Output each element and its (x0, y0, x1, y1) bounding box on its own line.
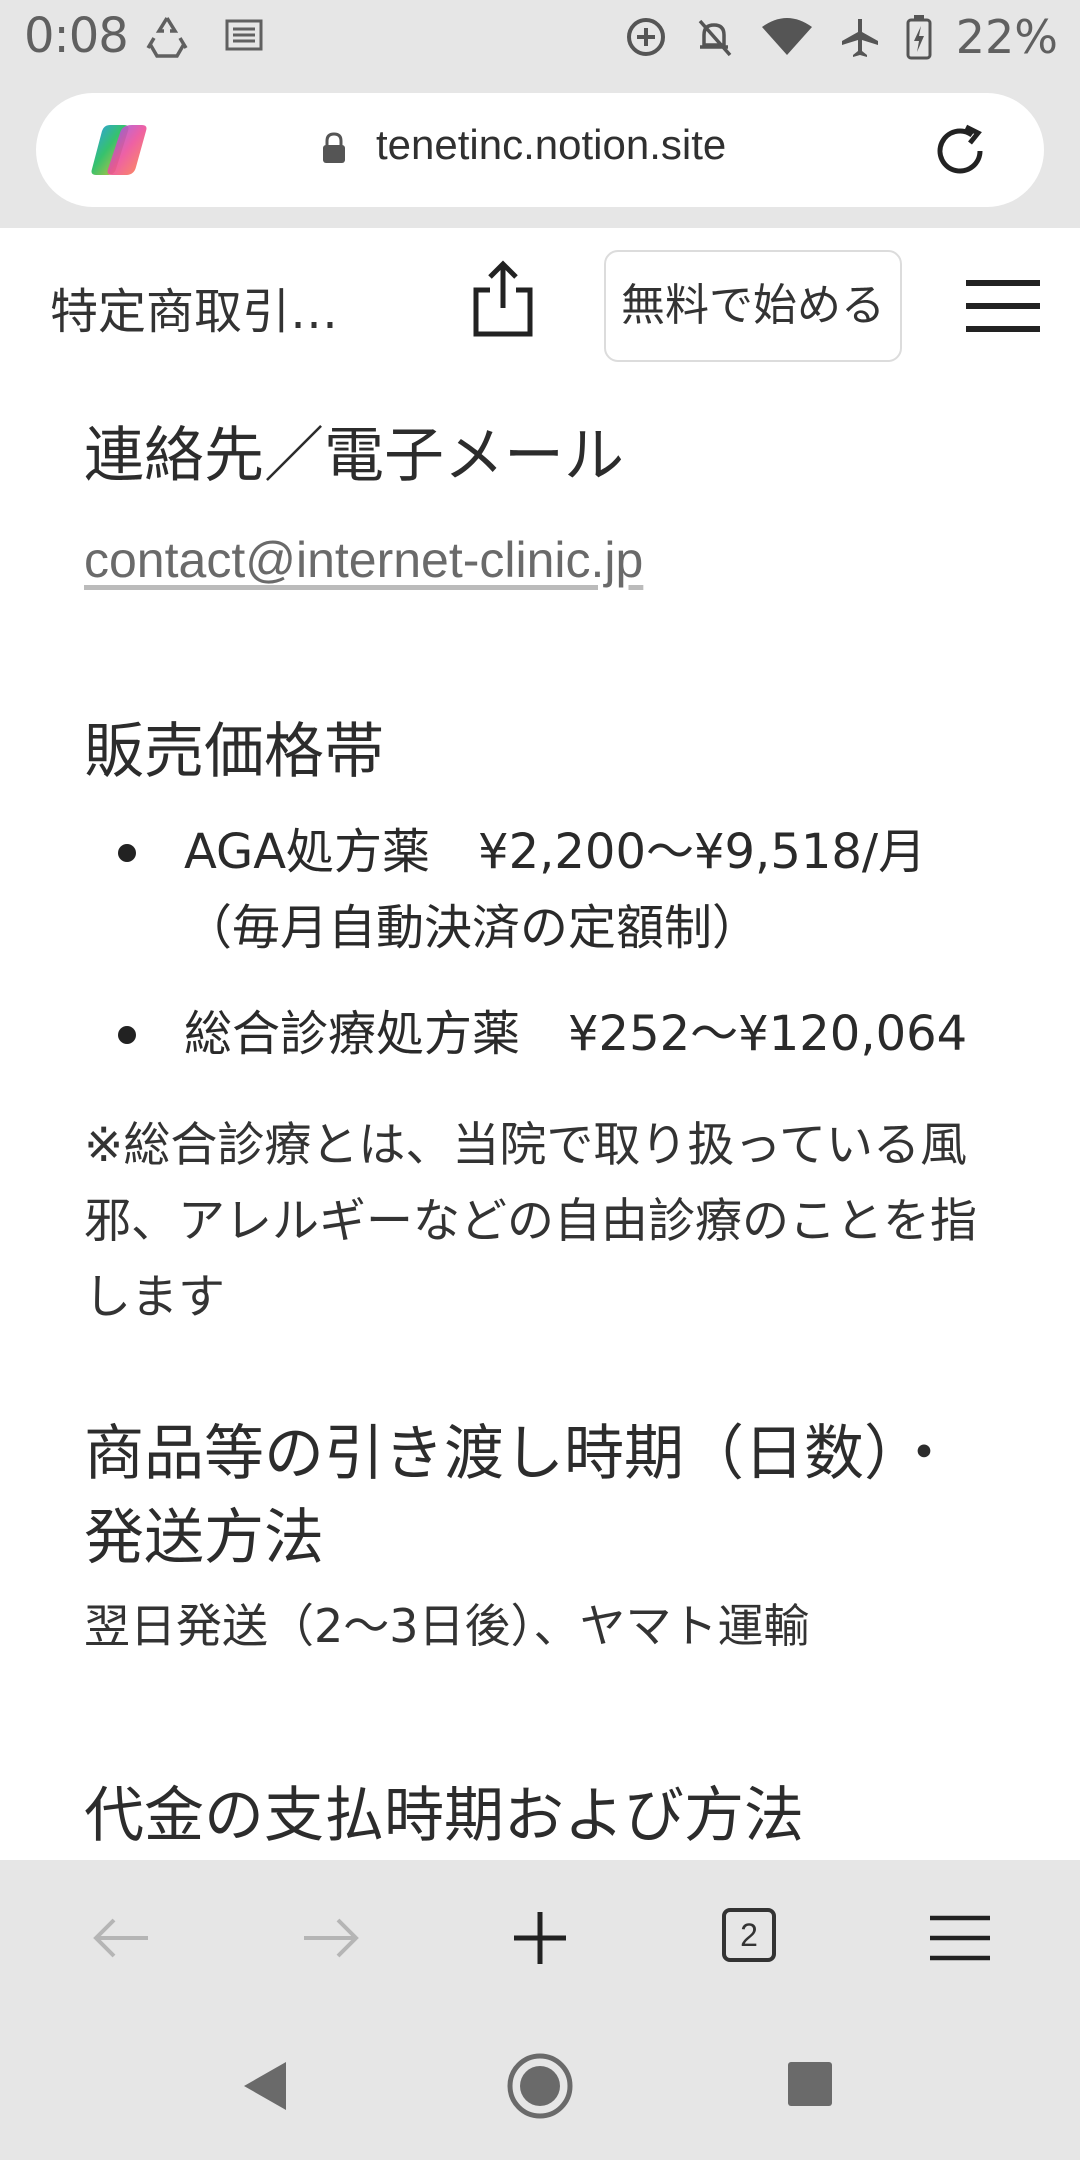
notion-topbar: 特定商取引に... 無料で始める (0, 228, 1080, 378)
delivery-heading: 商品等の引き渡し時期（日数）・発送方法 (84, 1419, 954, 1573)
airplane-icon (841, 19, 878, 57)
lock-icon (323, 132, 345, 163)
nav-home-icon[interactable] (506, 2052, 574, 2120)
browser-toolbar: 2 (0, 1860, 1080, 2016)
price-heading: 販売価格帯 (84, 717, 384, 787)
page-title[interactable]: 特定商取引に... (50, 272, 370, 342)
address-bar[interactable]: tenetinc.notion.site (36, 93, 1044, 207)
battery-charging-icon (906, 15, 932, 60)
price-item-general: 総合診療処方薬 ¥252〜¥120,064 (184, 1006, 968, 1062)
new-tab-plus-icon[interactable] (498, 1896, 582, 1980)
reload-icon[interactable] (928, 119, 992, 183)
contact-email-link[interactable]: contact@internet-clinic.jp (84, 532, 643, 588)
web-page: 特定商取引に... 無料で始める 連絡先／電子メール contact@inter… (0, 228, 1080, 1860)
hamburger-menu-icon[interactable] (966, 276, 1040, 336)
contact-heading: 連絡先／電子メール (84, 421, 624, 491)
tabs-count: 2 (722, 1908, 776, 1962)
news-icon (225, 19, 263, 51)
mute-icon (698, 19, 732, 57)
screen: 0:08 22% tenetinc.notion.site 特定商取引に... … (0, 0, 1080, 2160)
url-text[interactable]: tenetinc.notion.site (376, 121, 726, 169)
system-nav-bar (0, 2016, 1080, 2160)
recycle-icon (146, 17, 188, 58)
nav-back-icon[interactable] (236, 2056, 292, 2116)
forward-arrow-icon[interactable] (288, 1896, 372, 1980)
address-bar-area: tenetinc.notion.site (0, 76, 1080, 228)
tabs-button[interactable]: 2 (722, 1908, 778, 1964)
payment-heading: 代金の支払時期および方法 (84, 1781, 804, 1851)
status-right-icons: 22% (624, 10, 1058, 64)
share-icon[interactable] (468, 258, 538, 340)
price-item-aga: AGA処方薬 ¥2,200〜¥9,518/月（毎月自動決済の定額制） (184, 824, 927, 956)
price-note: ※総合診療とは、当院で取り扱っている風邪、アレルギーなどの自由診療のことを指しま… (84, 1118, 977, 1325)
browser-menu-icon[interactable] (918, 1896, 1002, 1980)
contact-email-line: contact@internet-clinic.jp (84, 522, 1004, 599)
delivery-text: 翌日発送（2〜3日後）、ヤマト運輸 (84, 1599, 810, 1653)
back-arrow-icon[interactable] (80, 1896, 164, 1980)
nav-recents-icon[interactable] (786, 2060, 834, 2108)
status-bar: 0:08 22% (0, 0, 1080, 76)
bullet-dot (118, 1026, 136, 1044)
bullet-dot (118, 844, 136, 862)
data-saver-icon (626, 18, 665, 56)
wifi-icon (761, 18, 812, 55)
copilot-logo-icon[interactable] (86, 117, 152, 183)
battery-percent: 22% (955, 10, 1058, 64)
status-left-icons (144, 14, 266, 60)
start-free-button[interactable]: 無料で始める (604, 250, 902, 362)
status-time: 0:08 (24, 8, 129, 64)
